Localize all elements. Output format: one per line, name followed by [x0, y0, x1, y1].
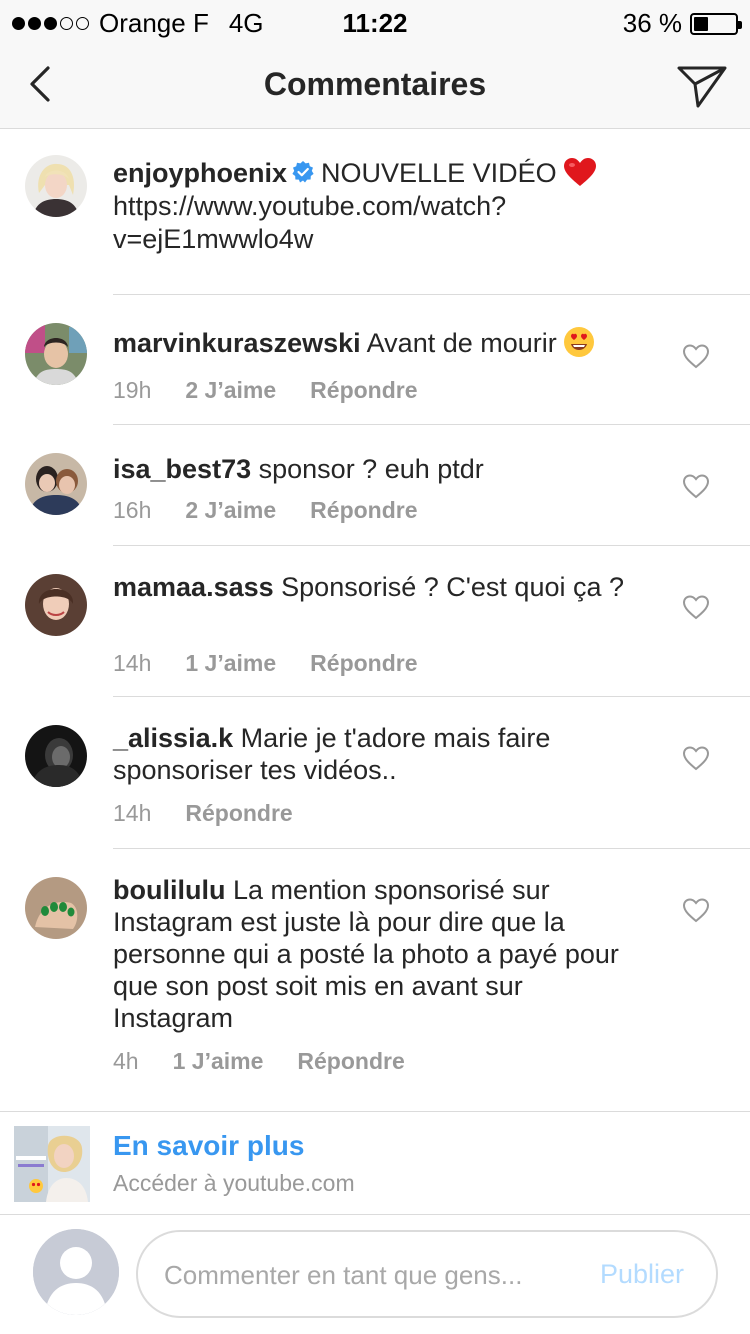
video-thumbnail[interactable] — [14, 1126, 90, 1202]
comment-likes[interactable]: 2 J’aime — [185, 497, 276, 524]
comment-time: 14h — [113, 650, 152, 676]
battery-status: 36 % — [622, 8, 742, 39]
heart-outline-icon[interactable] — [682, 473, 710, 499]
comment-time: 16h — [113, 497, 152, 523]
comment-meta: 14h 1 J’aime Répondre — [113, 650, 452, 677]
comment-username[interactable]: boulilulu — [113, 875, 225, 905]
learn-more-link[interactable]: En savoir plus — [113, 1130, 304, 1162]
avatar[interactable] — [25, 877, 87, 939]
publish-button[interactable]: Publier — [600, 1259, 684, 1290]
heart-outline-icon[interactable] — [682, 594, 710, 620]
caption-text: enjoyphoenix NOUVELLE VIDÉO https://www.… — [113, 157, 713, 256]
comment-item: isa_best73 sponsor ? euh ptdr 16h 2 J’ai… — [0, 425, 750, 546]
comment-meta: 16h 2 J’aime Répondre — [113, 497, 452, 524]
verified-badge-icon — [292, 161, 314, 183]
comment-username[interactable]: isa_best73 — [113, 454, 251, 484]
comment-meta: 4h 1 J’aime Répondre — [113, 1048, 439, 1075]
post-caption: enjoyphoenix NOUVELLE VIDÉO https://www.… — [0, 129, 750, 295]
red-heart-emoji-icon — [563, 158, 596, 186]
reply-button[interactable]: Répondre — [185, 800, 292, 827]
comment-text: isa_best73 sponsor ? euh ptdr — [113, 453, 643, 485]
reply-button[interactable]: Répondre — [297, 1048, 404, 1075]
reply-button[interactable]: Répondre — [310, 377, 417, 404]
comment-text: _alissia.k Marie je t'adore mais faire s… — [113, 722, 643, 786]
comment-meta: 14h Répondre — [113, 800, 327, 827]
comment-time: 4h — [113, 1048, 139, 1074]
avatar[interactable] — [25, 453, 87, 515]
caption-username[interactable]: enjoyphoenix — [113, 158, 287, 188]
page-title: Commentaires — [263, 66, 487, 102]
battery-percent: 36 % — [622, 8, 682, 38]
comment-item: marvinkuraszewski Avant de mourir 19h 2 … — [0, 295, 750, 425]
destination-domain: Accéder à youtube.com — [113, 1170, 355, 1196]
reply-button[interactable]: Répondre — [310, 650, 417, 677]
comment-time: 19h — [113, 377, 152, 403]
battery-icon — [690, 12, 742, 35]
comment-body: sponsor ? euh ptdr — [258, 454, 484, 484]
comment-likes[interactable]: 2 J’aime — [185, 377, 276, 404]
comment-body: Sponsorisé ? C'est quoi ça ? — [281, 572, 625, 602]
user-avatar-placeholder-icon — [33, 1229, 119, 1315]
comment-text: boulilulu La mention sponsorisé sur Inst… — [113, 874, 643, 1034]
comment-text: marvinkuraszewski Avant de mourir — [113, 326, 643, 359]
comment-text: mamaa.sass Sponsorisé ? C'est quoi ça ? — [113, 571, 643, 603]
avatar[interactable] — [25, 323, 87, 385]
caption-link-line-2[interactable]: v=ejE1mwwlo4w — [113, 224, 313, 254]
heart-outline-icon[interactable] — [682, 897, 710, 923]
comment-username[interactable]: mamaa.sass — [113, 572, 274, 602]
caption-link-line-1[interactable]: https://www.youtube.com/watch? — [113, 191, 506, 221]
comment-item: mamaa.sass Sponsorisé ? C'est quoi ça ? … — [0, 546, 750, 697]
comment-input[interactable] — [164, 1254, 584, 1296]
comment-time: 14h — [113, 800, 152, 826]
heart-eyes-emoji-icon — [563, 327, 594, 357]
caption-headline: NOUVELLE VIDÉO — [321, 158, 557, 188]
comment-likes[interactable]: 1 J’aime — [185, 650, 276, 677]
status-bar: Orange F 4G 11:22 36 % — [0, 0, 750, 40]
heart-outline-icon[interactable] — [682, 343, 710, 369]
comment-body: Avant de mourir — [366, 328, 557, 358]
comment-meta: 19h 2 J’aime Répondre — [113, 377, 452, 404]
comment-username[interactable]: marvinkuraszewski — [113, 328, 361, 358]
sponsored-link-banner[interactable]: En savoir plus Accéder à youtube.com — [0, 1111, 750, 1215]
comment-likes[interactable]: 1 J’aime — [173, 1048, 264, 1075]
avatar[interactable] — [25, 725, 87, 787]
heart-outline-icon[interactable] — [682, 745, 710, 771]
comment-input-wrapper: Publier — [136, 1230, 718, 1318]
avatar[interactable] — [25, 155, 87, 217]
avatar[interactable] — [25, 574, 87, 636]
paper-plane-icon[interactable] — [676, 62, 728, 110]
reply-button[interactable]: Répondre — [310, 497, 417, 524]
comment-composer: Publier — [0, 1215, 750, 1334]
comment-item: _alissia.k Marie je t'adore mais faire s… — [0, 697, 750, 849]
comment-item: boulilulu La mention sponsorisé sur Inst… — [0, 849, 750, 1097]
comment-username[interactable]: _alissia.k — [113, 723, 233, 753]
navigation-bar: Commentaires — [0, 40, 750, 129]
